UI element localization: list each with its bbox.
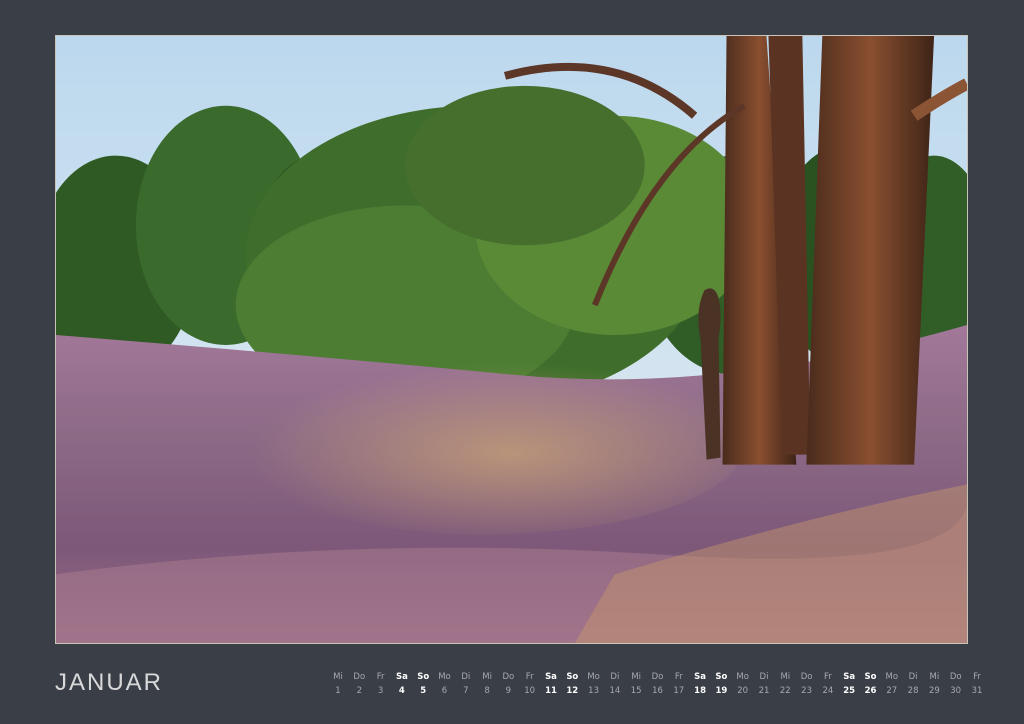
day-number: 19 — [715, 686, 728, 696]
weekday-label: Mi — [333, 672, 343, 682]
day-number: 26 — [864, 686, 877, 696]
sunlit-grass — [225, 354, 745, 535]
calendar-day: Mi 15 — [625, 671, 647, 699]
calendar-day: Sa 18 — [689, 671, 711, 699]
day-number: 4 — [398, 686, 405, 696]
weekday-label: Fr — [376, 672, 385, 682]
day-number: 27 — [886, 686, 898, 696]
day-number: 25 — [843, 686, 856, 696]
weekday-label: Do — [353, 672, 366, 682]
month-title: JANUAR — [55, 669, 164, 696]
day-number: 21 — [758, 686, 770, 696]
calendar-day: So 12 — [561, 671, 583, 699]
weekday-label: Mo — [885, 672, 899, 682]
weekday-label: Mo — [438, 672, 451, 682]
day-number: 3 — [377, 686, 384, 696]
calendar-day: Do 23 — [796, 671, 818, 699]
day-number: 29 — [928, 686, 940, 696]
day-number: 1 — [335, 686, 341, 696]
calendar-day: Mo 6 — [434, 671, 456, 699]
day-strip: Mi 1 Do 2 Fr 3 Sa 4 So 5 Mo 6 Di 7 Mi 8 Do 9 Fr 10 Sa 11 So 12 M… — [327, 671, 982, 703]
calendar-day: So 19 — [710, 671, 732, 699]
weekday-label: So — [566, 672, 579, 682]
calendar-day: Do 30 — [945, 671, 967, 699]
weekday-label: Sa — [694, 672, 707, 682]
weekday-label: Sa — [545, 672, 557, 682]
weekday-label: Di — [461, 672, 471, 682]
day-number: 24 — [822, 686, 834, 696]
weekday-label: So — [715, 672, 728, 682]
calendar-day: So 26 — [860, 671, 882, 699]
weekday-label: Mo — [736, 672, 749, 682]
weekday-label: Do — [502, 672, 515, 682]
calendar-day: Fr 10 — [519, 671, 541, 699]
calendar-day: Sa 11 — [540, 671, 562, 699]
calendar-day: Mo 13 — [583, 671, 605, 699]
weekday-label: So — [417, 672, 430, 682]
calendar-day: So 5 — [412, 671, 434, 699]
calendar-photo — [55, 35, 968, 644]
day-number: 14 — [609, 686, 621, 696]
calendar-day: Fr 17 — [668, 671, 690, 699]
heath-landscape-photo — [56, 36, 967, 643]
day-number: 9 — [505, 686, 512, 696]
weekday-label: Mo — [587, 672, 600, 682]
calendar-day: Mi 22 — [774, 671, 796, 699]
day-number: 7 — [463, 686, 469, 696]
weekday-label: Mi — [929, 672, 940, 682]
weekday-label: Di — [759, 672, 769, 682]
weekday-label: Do — [651, 672, 664, 682]
calendar-day: Di 7 — [455, 671, 477, 699]
calendar-day: Di 21 — [753, 671, 775, 699]
calendar-day: Do 2 — [348, 671, 370, 699]
day-number: 13 — [588, 686, 599, 696]
weekday-label: Fr — [674, 672, 683, 682]
day-number: 6 — [441, 686, 448, 696]
calendar-day: Fr 31 — [966, 671, 988, 699]
calendar-day: Sa 25 — [838, 671, 860, 699]
weekday-label: Do — [949, 672, 962, 682]
calendar-day: Mo 20 — [732, 671, 754, 699]
weekday-label: Sa — [843, 672, 856, 682]
weekday-label: Di — [908, 672, 918, 682]
calendar-day: Mo 27 — [881, 671, 903, 699]
weekday-label: Fr — [824, 672, 832, 682]
weekday-label: Do — [800, 672, 813, 682]
calendar-day: Fr 3 — [370, 671, 392, 699]
day-number: 11 — [545, 686, 557, 696]
day-number: 8 — [484, 686, 490, 696]
day-number: 23 — [801, 686, 812, 696]
weekday-label: So — [864, 672, 877, 682]
day-number: 16 — [652, 686, 663, 696]
day-number: 5 — [420, 686, 427, 696]
weekday-label: Mi — [780, 672, 791, 682]
calendar-day: Do 9 — [497, 671, 519, 699]
calendar-day: Mi 1 — [327, 671, 349, 699]
calendar-day: Do 16 — [647, 671, 669, 699]
calendar-day: Di 28 — [902, 671, 924, 699]
calendar-day: Mi 8 — [476, 671, 498, 699]
day-number: 31 — [971, 686, 983, 696]
weekday-label: Fr — [525, 672, 534, 682]
day-number: 20 — [737, 686, 749, 696]
day-number: 15 — [630, 686, 642, 696]
day-number: 30 — [950, 686, 962, 696]
calendar-day: Di 14 — [604, 671, 626, 699]
day-number: 28 — [907, 686, 919, 696]
calendar-day: Mi 29 — [923, 671, 945, 699]
calendar-day: Fr 24 — [817, 671, 839, 699]
day-number: 18 — [694, 686, 707, 696]
day-number: 2 — [356, 686, 362, 696]
calendar-day: Sa 4 — [391, 671, 413, 699]
weekday-label: Fr — [973, 672, 981, 682]
weekday-label: Mi — [482, 672, 492, 682]
day-number: 12 — [566, 686, 579, 696]
weekday-label: Di — [610, 672, 620, 682]
weekday-label: Sa — [395, 672, 408, 682]
day-number: 22 — [779, 686, 791, 696]
weekday-label: Mi — [631, 672, 642, 682]
day-number: 10 — [524, 686, 536, 696]
day-number: 17 — [673, 686, 685, 696]
